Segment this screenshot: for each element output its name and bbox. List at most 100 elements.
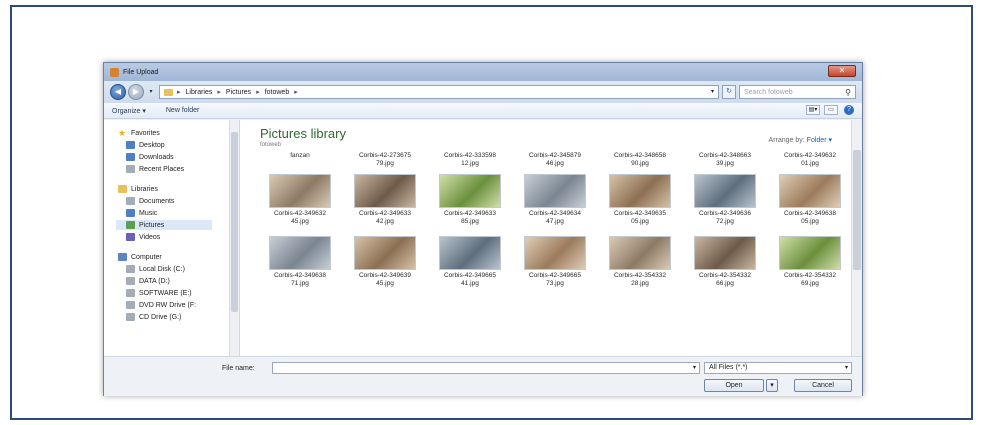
list-item[interactable]: Corbis-42-349665 73.jpg [515,234,595,288]
file-name-label: File name: [222,365,255,372]
photo-thumbnail [354,174,416,208]
search-placeholder: Search fotoweb [744,88,793,96]
nav-favorites[interactable]: ★ Favorites [118,128,239,138]
back-button[interactable]: ◀ [110,84,126,100]
breadcrumb-libraries[interactable]: Libraries [186,89,213,96]
nav-computer[interactable]: Computer [118,252,239,262]
file-name-caption: Corbis-42-348658 90.jpg [613,152,667,167]
file-name-caption: Corbis-42-354332 28.jpg [613,272,667,287]
nav-scrollbar[interactable] [229,120,239,356]
new-folder-button[interactable]: New folder [166,107,199,114]
list-item[interactable]: Corbis-42-349665 41.jpg [430,234,510,288]
arrange-by-dropdown[interactable]: Folder ▾ [807,137,832,144]
file-upload-dialog: File Upload ✕ ◀ ▶ ▾ ▸ Libraries ▸ Pictur… [103,62,863,396]
nav-local-disk-c[interactable]: Local Disk (C:) [118,264,239,274]
list-item[interactable]: Corbis-42-349639 45.jpg [345,234,425,288]
nav-recent-places[interactable]: Recent Places [118,164,239,174]
file-name-caption: Corbis-42-354332 69.jpg [783,272,837,287]
list-item[interactable]: Corbis-42-349633 42.jpg [345,172,425,226]
drive-icon [126,277,135,285]
nav-libraries[interactable]: Libraries [118,184,239,194]
file-name-caption: Corbis-42-349632 45.jpg [273,210,327,225]
photo-thumbnail [694,174,756,208]
pictures-icon [126,221,135,229]
documents-icon [126,197,135,205]
file-name-caption: Corbis-42-349665 41.jpg [443,272,497,287]
list-item[interactable]: Corbis-42-348663 39.jpg [685,152,765,168]
help-icon[interactable]: ? [844,105,854,115]
title-bar: File Upload ✕ [104,63,862,81]
nav-downloads[interactable]: Downloads [118,152,239,162]
thumbnail-grid: fanzan Corbis-42-273675 79.jpg Corbis-42-33… [260,152,854,352]
breadcrumb-fotoweb[interactable]: fotoweb [265,89,290,96]
photo-thumbnail [524,174,586,208]
open-button[interactable]: Open [704,379,764,392]
list-item[interactable]: Corbis-42-349632 01.jpg [770,152,850,168]
nav-music[interactable]: Music [118,208,239,218]
list-item[interactable]: Corbis-42-349634 47.jpg [515,172,595,226]
photo-thumbnail [269,236,331,270]
file-name-caption: Corbis-42-349665 73.jpg [528,272,582,287]
photo-thumbnail [524,236,586,270]
file-name-caption: Corbis-42-349636 72.jpg [698,210,752,225]
nav-scrollbar-thumb[interactable] [231,132,238,312]
list-item[interactable]: Corbis-42-349633 85.jpg [430,172,510,226]
file-name-caption: Corbis-42-349635 05.jpg [613,210,667,225]
close-button[interactable]: ✕ [828,65,856,77]
file-list-scrollbar-thumb[interactable] [853,150,861,270]
preview-pane-icon[interactable]: ▭ [824,105,838,115]
file-name-caption: Corbis-42-349639 45.jpg [358,272,412,287]
search-input[interactable]: Search fotoweb ⚲ [739,85,856,99]
nav-pictures[interactable]: Pictures [116,220,212,230]
search-icon: ⚲ [845,87,851,97]
nav-data-d[interactable]: DATA (D:) [118,276,239,286]
breadcrumb[interactable]: ▸ Libraries ▸ Pictures ▸ fotoweb ▸ ▾ [159,85,719,99]
refresh-icon[interactable]: ↻ [722,85,736,99]
photo-thumbnail [439,236,501,270]
nav-software-e[interactable]: SOFTWARE (E:) [118,288,239,298]
list-item[interactable]: Corbis-42-354332 66.jpg [685,234,765,288]
list-item[interactable]: Corbis-42-349638 05.jpg [770,172,850,226]
file-name-caption: Corbis-42-349632 01.jpg [783,152,837,167]
list-item[interactable]: Corbis-42-354332 69.jpg [770,234,850,288]
file-name-dropdown-icon[interactable]: ▾ [693,364,696,371]
list-item[interactable]: Corbis-42-349635 05.jpg [600,172,680,226]
photo-thumbnail [779,236,841,270]
dialog-footer: File name: ▾ All Files (*.*) ▾ Open ▾ Ca… [104,356,862,396]
nav-cd-drive-g[interactable]: CD Drive (G:) [118,312,239,322]
library-subtitle: fotoweb [260,142,282,148]
computer-icon [118,253,127,261]
file-type-select[interactable]: All Files (*.*) ▾ [704,362,852,374]
file-name-caption: fanzan [290,152,310,159]
list-item[interactable]: Corbis-42-349632 45.jpg [260,172,340,226]
libraries-icon [118,185,127,193]
file-name-caption: Corbis-42-349638 05.jpg [783,210,837,225]
list-item[interactable]: Corbis-42-348658 90.jpg [600,152,680,168]
breadcrumb-pictures[interactable]: Pictures [226,89,251,96]
list-item[interactable]: Corbis-42-333598 12.jpg [430,152,510,168]
list-item[interactable]: Corbis-42-345879 46.jpg [515,152,595,168]
address-dropdown-icon[interactable]: ▾ [711,88,714,95]
list-item[interactable]: Corbis-42-349638 71.jpg [260,234,340,288]
file-name-caption: Corbis-42-273675 79.jpg [358,152,412,167]
nav-documents[interactable]: Documents [118,196,239,206]
list-item[interactable]: fanzan [260,152,340,160]
file-name-caption: Corbis-42-348663 39.jpg [698,152,752,167]
dvd-drive-icon [126,301,135,309]
list-item[interactable]: Corbis-42-349636 72.jpg [685,172,765,226]
cancel-button[interactable]: Cancel [794,379,852,392]
open-options-button[interactable]: ▾ [766,379,778,392]
forward-button[interactable]: ▶ [128,84,144,100]
list-item[interactable]: Corbis-42-354332 28.jpg [600,234,680,288]
address-bar: ◀ ▶ ▾ ▸ Libraries ▸ Pictures ▸ fotoweb ▸… [104,81,862,103]
navigation-pane: ★ Favorites Desktop Downloads Recent Plac… [104,120,240,356]
nav-desktop[interactable]: Desktop [118,140,239,150]
organize-button[interactable]: Organize ▾ [112,107,146,115]
nav-videos[interactable]: Videos [118,232,239,242]
change-view-icon[interactable]: ▤▾ [806,105,820,115]
history-dropdown-icon[interactable]: ▾ [146,87,156,97]
list-item[interactable]: Corbis-42-273675 79.jpg [345,152,425,168]
file-list-scrollbar[interactable] [851,120,862,356]
nav-dvd-rw-f[interactable]: DVD RW Drive (F: [118,300,239,310]
file-name-field[interactable]: ▾ [272,362,700,374]
